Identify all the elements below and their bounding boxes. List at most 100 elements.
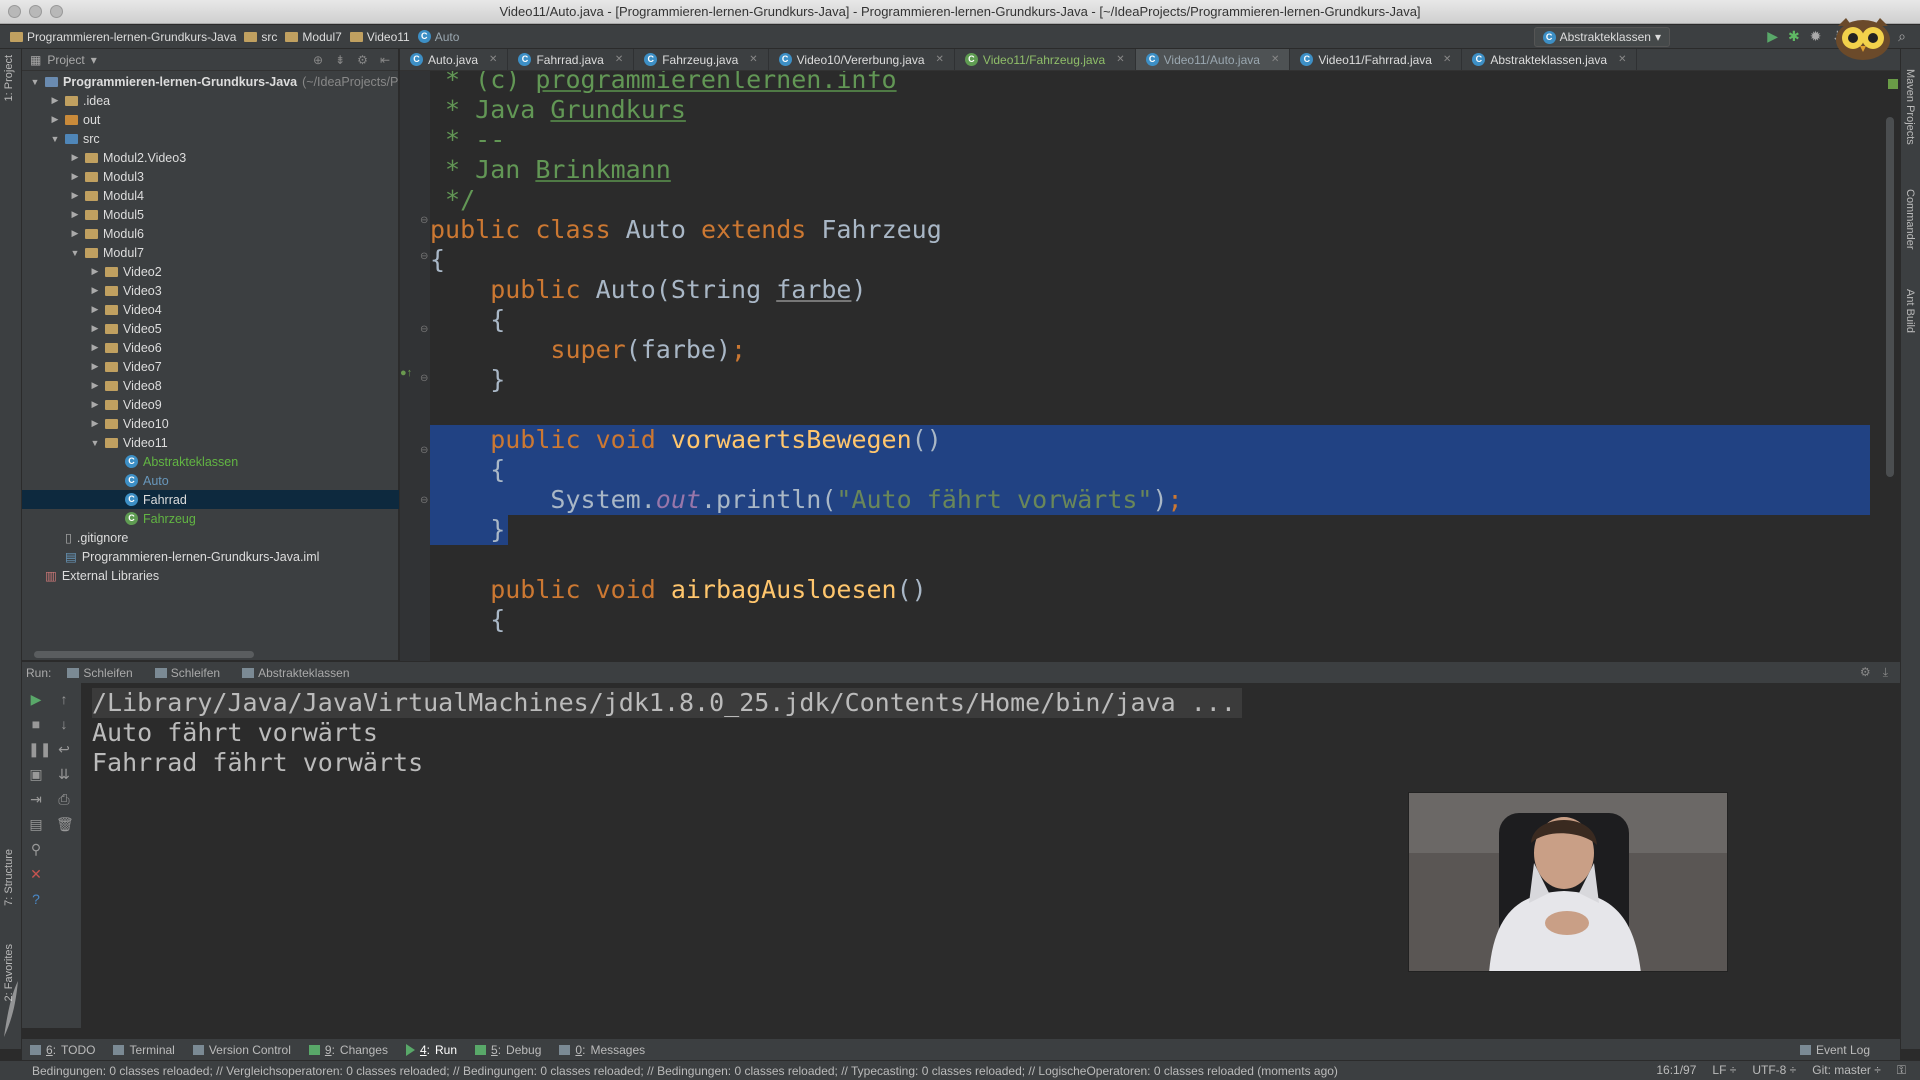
editor-tab[interactable]: C Video11/Fahrzeug.java ✕ xyxy=(955,49,1136,70)
debug-icon[interactable]: ✱ xyxy=(1788,28,1800,45)
tree-item[interactable]: ▶ .idea xyxy=(22,91,399,110)
close-tab-icon[interactable]: ✕ xyxy=(489,54,497,65)
code-line[interactable]: */ xyxy=(430,185,1870,215)
code-line[interactable] xyxy=(430,545,1870,575)
close-tab-icon[interactable]: ✕ xyxy=(936,54,944,65)
close-tab-icon[interactable]: ✕ xyxy=(615,54,623,65)
collapsed-arrow-icon[interactable]: ▶ xyxy=(90,418,100,429)
code-line[interactable]: } xyxy=(430,515,1870,545)
tree-item[interactable]: ▥ External Libraries xyxy=(22,566,399,585)
project-view-select[interactable]: Project xyxy=(47,53,84,67)
collapsed-arrow-icon[interactable]: ▶ xyxy=(70,152,80,163)
maven-projects-tool-tab[interactable]: Maven Projects xyxy=(1904,69,1916,145)
collapsed-arrow-icon[interactable]: ▶ xyxy=(50,114,60,125)
tool-tab-terminal[interactable]: Terminal xyxy=(113,1043,175,1057)
tree-item[interactable]: ▶ Video7 xyxy=(22,357,399,376)
stop-icon[interactable]: ■ xyxy=(28,716,44,732)
tool-tab-messages[interactable]: 0: Messages xyxy=(559,1043,645,1057)
status-message[interactable]: Bedingungen: 0 classes reloaded; // Verg… xyxy=(0,1064,1338,1078)
editor-tab[interactable]: C Video10/Vererbung.java ✕ xyxy=(769,49,955,70)
horizontal-scrollbar[interactable] xyxy=(34,651,254,658)
structure-tool-tab[interactable]: 7: Structure xyxy=(3,849,15,906)
close-icon[interactable]: ✕ xyxy=(28,866,44,882)
rerun-icon[interactable]: ▶ xyxy=(28,691,44,707)
file-encoding[interactable]: UTF-8 ÷ xyxy=(1752,1063,1796,1078)
collapse-all-icon[interactable]: ⇟ xyxy=(335,53,345,67)
tree-item[interactable]: ▶ Video9 xyxy=(22,395,399,414)
up-arrow-icon[interactable]: ↑ xyxy=(56,691,72,707)
gear-icon[interactable]: ⚙ xyxy=(357,53,368,67)
run-tab[interactable]: Schleifen xyxy=(61,666,138,680)
collapsed-arrow-icon[interactable]: ▶ xyxy=(90,266,100,277)
scroll-from-source-icon[interactable]: ⊕ xyxy=(313,53,323,67)
tree-item[interactable]: ▶ out xyxy=(22,110,399,129)
search-icon[interactable]: ⌕ xyxy=(1898,28,1906,45)
close-tab-icon[interactable]: ✕ xyxy=(1443,54,1451,65)
collapsed-arrow-icon[interactable]: ▶ xyxy=(90,380,100,391)
code-line[interactable]: * (c) programmierenlernen.info xyxy=(430,71,1870,95)
code-line[interactable]: { xyxy=(430,455,1870,485)
fold-marker-icon[interactable]: ⊖ xyxy=(420,215,428,226)
tool-tab-run[interactable]: 4: Run xyxy=(405,1043,457,1057)
git-branch[interactable]: Git: master ÷ xyxy=(1812,1063,1881,1078)
soft-wrap-icon[interactable]: ↩ xyxy=(56,741,72,757)
editor-tab[interactable]: C Fahrrad.java ✕ xyxy=(508,49,635,70)
ant-build-tool-tab[interactable]: Ant Build xyxy=(1904,289,1916,333)
collapsed-arrow-icon[interactable]: ▶ xyxy=(90,342,100,353)
tool-tab-version-control[interactable]: Version Control xyxy=(192,1043,291,1057)
pause-icon[interactable]: ❚❚ xyxy=(28,741,51,757)
tree-class-item[interactable]: C Abstrakteklassen xyxy=(22,452,399,471)
tree-item[interactable]: ▶ Video4 xyxy=(22,300,399,319)
close-tab-icon[interactable]: ✕ xyxy=(1271,54,1279,65)
lock-icon[interactable]: ⚿ xyxy=(1897,1063,1906,1078)
code-line[interactable]: * -- xyxy=(430,125,1870,155)
editor-tab[interactable]: C Abstrakteklassen.java ✕ xyxy=(1462,49,1638,70)
code-line[interactable]: } xyxy=(430,365,1870,395)
coverage-icon[interactable]: ✹ xyxy=(1810,28,1822,45)
layout-icon[interactable]: ▤ xyxy=(28,816,44,832)
tree-item[interactable]: ▤ Programmieren-lernen-Grundkurs-Java.iml xyxy=(22,547,399,566)
breadcrumb-item[interactable]: src xyxy=(244,30,277,44)
code-line[interactable]: public class Auto extends Fahrzeug xyxy=(430,215,1870,245)
editor-tab[interactable]: C Video11/Auto.java ✕ xyxy=(1135,49,1291,70)
down-arrow-icon[interactable]: ↓ xyxy=(56,716,72,732)
hide-panel-icon[interactable]: ⇤ xyxy=(380,53,390,67)
commander-tool-tab[interactable]: Commander xyxy=(1904,189,1916,250)
collapsed-arrow-icon[interactable]: ▶ xyxy=(90,323,100,334)
gear-icon[interactable]: ⚙ xyxy=(1860,665,1871,680)
tool-tab-todo[interactable]: 6: TODO xyxy=(30,1043,95,1057)
code-line[interactable]: * Java Grundkurs xyxy=(430,95,1870,125)
expanded-arrow-icon[interactable]: ▼ xyxy=(70,248,80,258)
inspection-status-icon[interactable] xyxy=(1888,79,1898,89)
tree-class-item[interactable]: C Fahrzeug xyxy=(22,509,399,528)
tree-class-item[interactable]: C Fahrrad xyxy=(22,490,399,509)
close-tab-icon[interactable]: ✕ xyxy=(749,54,757,65)
fold-marker-icon[interactable]: ⊖ xyxy=(420,251,428,262)
tree-item[interactable]: ▯ .gitignore xyxy=(22,528,399,547)
event-log-button[interactable]: Event Log xyxy=(1799,1043,1870,1057)
code-line[interactable]: public Auto(String farbe) xyxy=(430,275,1870,305)
run-icon[interactable]: ▶ xyxy=(1767,28,1778,45)
editor-gutter[interactable]: ⊖ ⊖ ⊖ ⊖ ⊖ ⊖ ●↑ xyxy=(400,71,430,661)
clear-all-icon[interactable]: 🗑 xyxy=(56,816,74,832)
project-tree[interactable]: ▼ Programmieren-lernen-Grundkurs-Java (~/I… xyxy=(22,72,399,585)
code-line[interactable]: { xyxy=(430,245,1870,275)
tree-item[interactable]: ▶ Modul3 xyxy=(22,167,399,186)
expanded-arrow-icon[interactable]: ▼ xyxy=(30,77,40,87)
tree-item[interactable]: ▶ Modul2.Video3 xyxy=(22,148,399,167)
scroll-to-end-icon[interactable]: ⇊ xyxy=(56,766,72,782)
run-tab[interactable]: Schleifen xyxy=(149,666,226,680)
tree-item[interactable]: ▶ Video5 xyxy=(22,319,399,338)
caret-position[interactable]: 16:1/97 xyxy=(1656,1063,1696,1078)
expanded-arrow-icon[interactable]: ▼ xyxy=(50,134,60,144)
tool-tab-debug[interactable]: 5: Debug xyxy=(475,1043,541,1057)
code-area[interactable]: * (c) programmierenlernen.info * Java Gr… xyxy=(430,71,1870,661)
expanded-arrow-icon[interactable]: ▼ xyxy=(90,438,100,448)
print-icon[interactable]: ⎙ xyxy=(56,791,72,807)
line-separator[interactable]: LF ÷ xyxy=(1712,1063,1736,1078)
fold-marker-icon[interactable]: ⊖ xyxy=(420,373,428,384)
tree-item[interactable]: ▶ Modul6 xyxy=(22,224,399,243)
tree-item[interactable]: ▶ Modul5 xyxy=(22,205,399,224)
breadcrumb-item[interactable]: Programmieren-lernen-Grundkurs-Java xyxy=(10,30,236,44)
code-line[interactable]: { xyxy=(430,305,1870,335)
